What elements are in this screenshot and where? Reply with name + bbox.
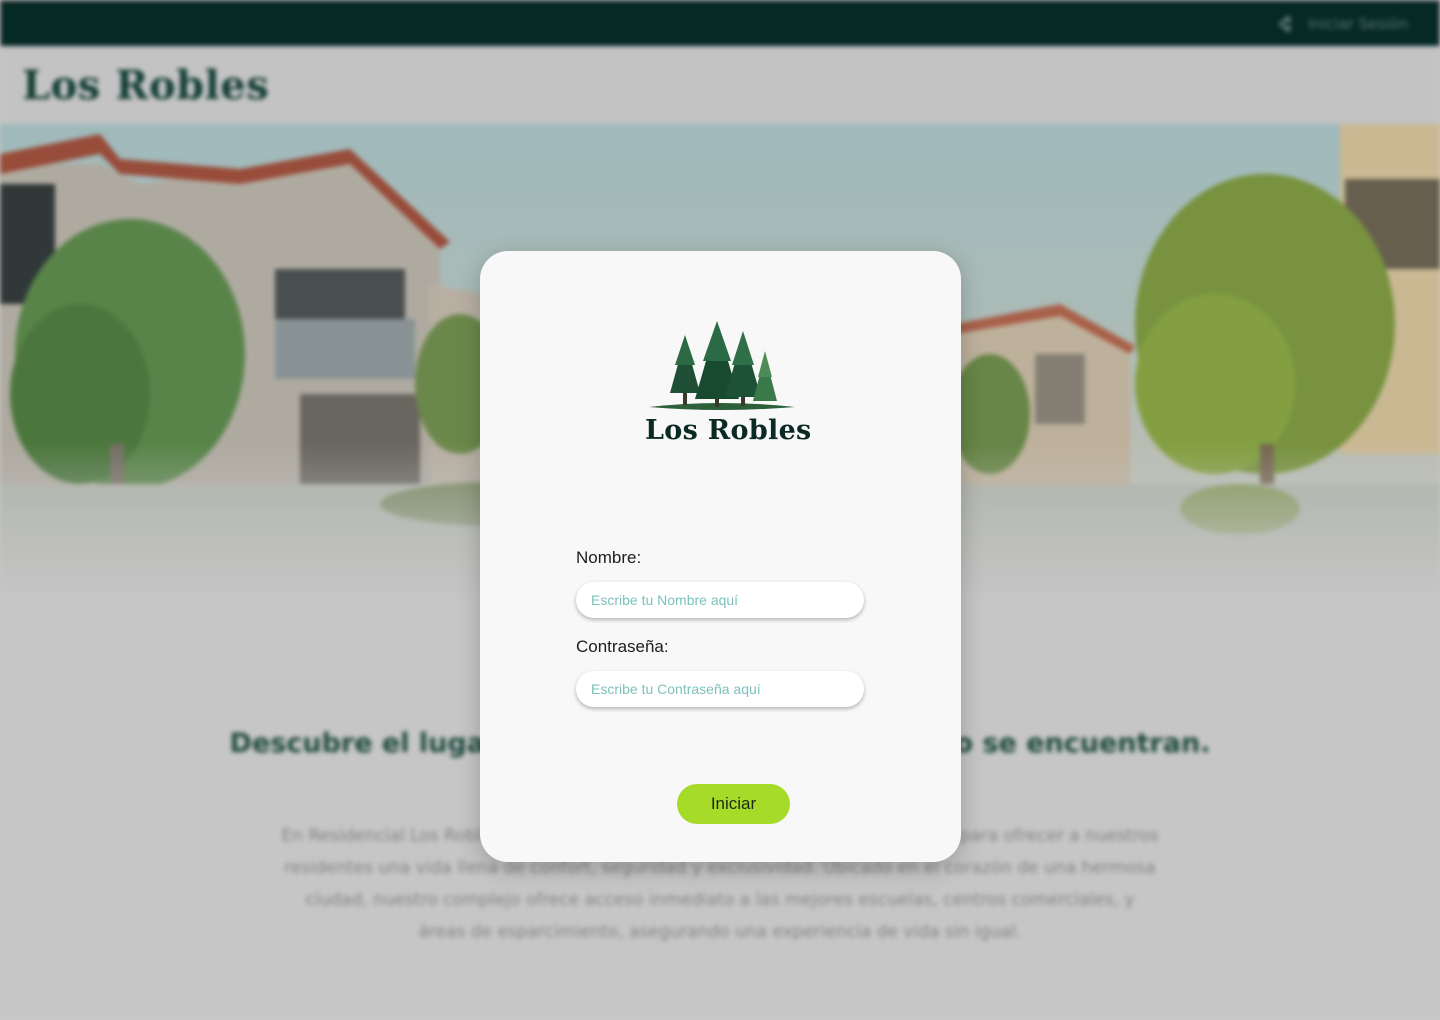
- password-input[interactable]: [576, 671, 864, 707]
- logo-text: Los Robles: [645, 415, 812, 446]
- name-input[interactable]: [576, 582, 864, 618]
- submit-button[interactable]: Iniciar: [677, 784, 790, 824]
- pine-trees-icon: [649, 321, 795, 410]
- login-modal: Los Robles Nombre: Contraseña: Iniciar: [480, 251, 961, 862]
- password-label: Contraseña:: [576, 637, 669, 656]
- logo: Los Robles: [645, 321, 812, 446]
- name-label: Nombre:: [576, 548, 642, 567]
